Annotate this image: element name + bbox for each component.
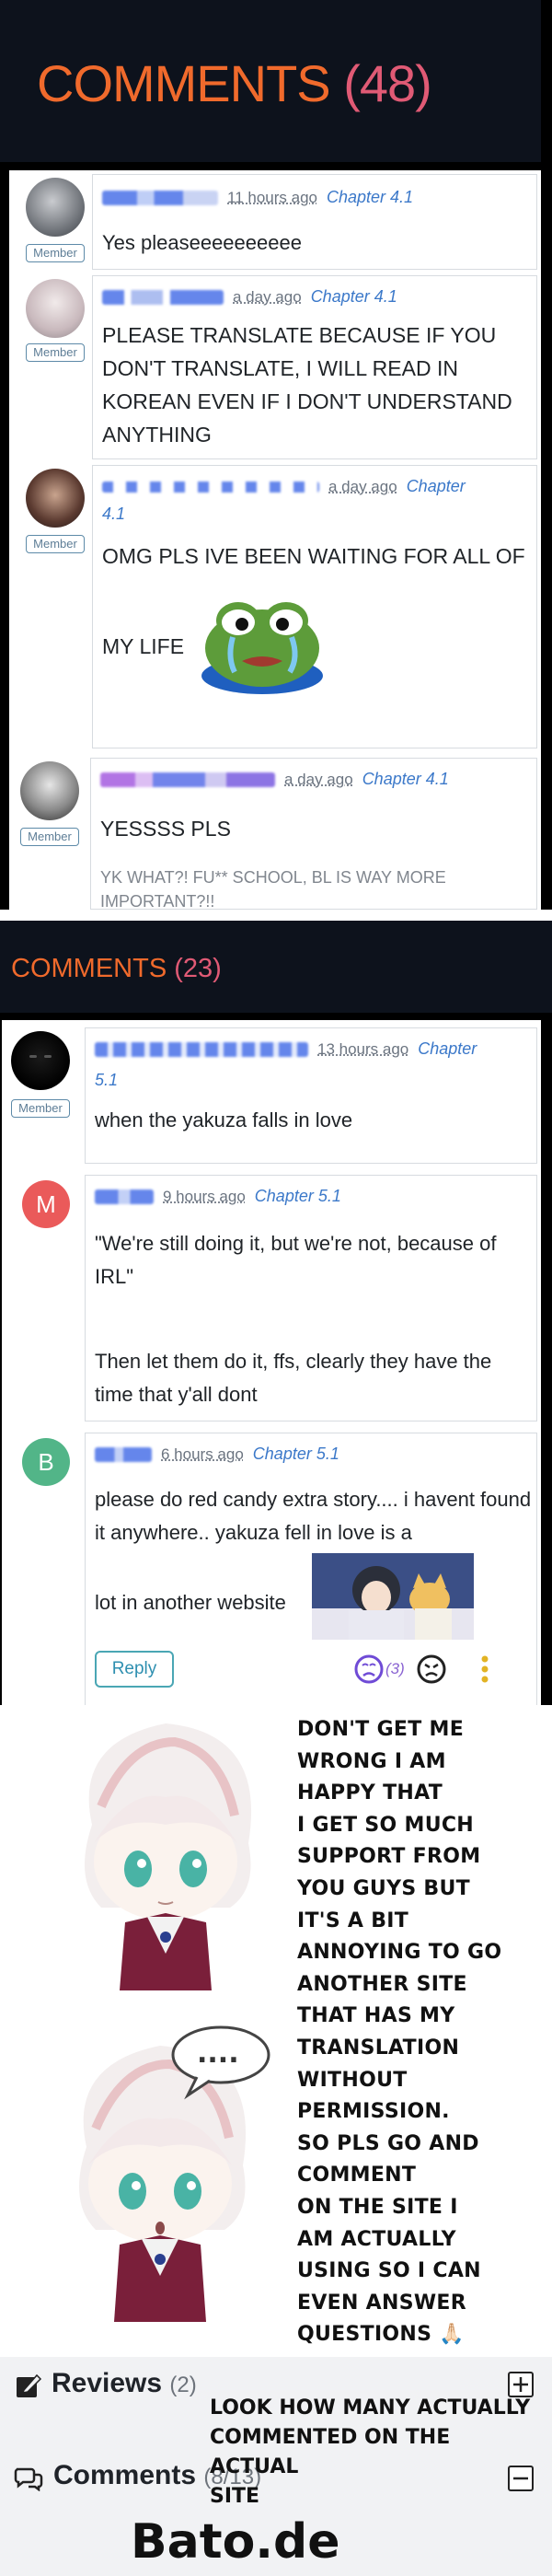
comment-item: Member a day ago Chapter 4.1 YESSSS PLS … [9,754,541,911]
username-blurred[interactable] [102,190,218,205]
section-divider [0,910,552,921]
comment-bubble: 11 hours ago Chapter 4.1 Yes pleaseeeeee… [92,174,537,270]
chapter-link[interactable]: Chapter [418,1039,477,1059]
username-blurred[interactable] [102,289,224,305]
chat-bubbles-icon [14,2467,43,2491]
speech-bubble-text: .... [197,2037,239,2070]
comment-text: PLEASE TRANSLATE BECAUSE IF YOU DON'T TR… [102,323,512,447]
comment-text: "We're still doing it, but we're not, be… [95,1232,497,1288]
user-avatar[interactable] [20,761,79,820]
reaction-count: (3) [385,1660,405,1677]
comment-bubble: a day ago Chapter 4.1 OMG PLS IVE BEEN W… [92,465,537,748]
comment-bubble: a day ago Chapter 4.1 YESSSS PLS YK WHAT… [90,758,537,911]
translator-note-section: .... Don't get me wrong I am happy that … [0,1705,552,2357]
chibi-character-image [85,1723,252,1990]
chapter-link[interactable]: Chapter 5.1 [253,1445,339,1464]
member-badge: Member [20,828,79,846]
chapter-link[interactable]: Chapter [407,477,466,496]
comments-list-1: Member 11 hours ago Chapter 4.1 Yes plea… [0,166,552,911]
comment-item: B 6 hours ago Chapter 5.1 please do red … [2,1425,541,1705]
comment-text: OMG PLS IVE BEEN WAITING FOR ALL OF [102,544,525,568]
username-blurred[interactable] [102,481,319,493]
comment-bubble: a day ago Chapter 4.1 PLEASE TRANSLATE B… [92,275,537,459]
more-options-icon[interactable] [479,1654,490,1684]
comment-text-2: MY LIFE [102,634,185,658]
comments-section-2: COMMENTS (23) Member 13 hours ago Chapte… [0,921,552,1705]
praying-hands-emoji: 🙏🏻 [439,2323,465,2347]
comment-item: Member a day ago Chapter 4.1 PLEASE TRAN… [9,273,541,463]
comment-time: a day ago [233,287,302,306]
user-avatar[interactable] [26,178,85,237]
crying-frog-sticker [201,602,323,694]
comments-label: Comments [53,2460,197,2490]
member-badge: Member [26,244,85,262]
chapter-link[interactable]: Chapter 5.1 [255,1187,341,1206]
comment-time: 9 hours ago [163,1187,246,1205]
comment-time: 11 hours ago [227,188,317,206]
comment-text: please do red candy extra story.... i ha… [95,1488,532,1544]
chapter-link[interactable]: Chapter 4.1 [362,770,449,789]
comment-text: Yes pleaseeeeeeeeee [102,231,302,254]
comment-text-2: Then let them do it, ffs, clearly they h… [95,1350,492,1406]
comments-header-2: COMMENTS (23) [0,921,552,1013]
comments-title: COMMENTS (48) [37,53,432,113]
comments-header-1: COMMENTS (48) [0,0,552,166]
chapter-link[interactable]: Chapter 4.1 [311,287,397,307]
user-avatar[interactable]: B [22,1438,70,1486]
user-avatar[interactable] [26,279,85,338]
member-badge: Member [11,1099,70,1118]
chapter-link[interactable]: Chapter 4.1 [327,188,413,207]
comments-title-count: (23) [174,954,222,983]
comment-item: Member 11 hours ago Chapter 4.1 Yes plea… [9,170,541,273]
comment-item: Member 13 hours ago Chapter 5.1 when the… [2,1020,541,1167]
reviews-label: Reviews [52,2368,163,2398]
reviews-tab[interactable]: Reviews (2) [52,2368,197,2399]
member-badge: Member [26,343,85,362]
comment-bubble: 6 hours ago Chapter 5.1 please do red ca… [85,1433,537,1705]
comment-item: M 9 hours ago Chapter 5.1 "We're still d… [2,1167,541,1425]
user-avatar[interactable] [11,1031,70,1090]
comment-text-2: lot in another website [95,1591,286,1614]
comment-time: a day ago [328,477,397,495]
comment-item: Member a day ago Chapter 4.1 OMG PLS IVE… [9,463,541,754]
comment-text: YESSSS PLS [100,817,231,841]
translator-note-text: Don't get me wrong I am happy that I get… [297,1718,502,2347]
chibi-character-image: .... [79,2025,270,2322]
comment-time: a day ago [284,770,353,788]
username-blurred[interactable] [95,1446,152,1462]
chapter-link-cont: 5.1 [95,1071,119,1089]
comment-text: when the yakuza falls in love [95,1108,353,1131]
user-avatar[interactable] [26,469,85,528]
translator-note: Don't get me wrong I am happy that I get… [297,1714,551,2351]
comments-title-word: COMMENTS [11,954,167,983]
comment-bubble: 9 hours ago Chapter 5.1 "We're still doi… [85,1175,537,1421]
comment-subtext: YK WHAT?! FU** SCHOOL, BL IS WAY MORE IM… [100,868,446,911]
reaction-sad-icon[interactable] [354,1654,384,1684]
watermark-text: Bato.de [131,2514,340,2570]
comments-title: COMMENTS (23) [11,954,222,984]
anime-gif-thumbnail [312,1553,474,1640]
reply-button[interactable]: Reply [95,1651,174,1688]
chapter-link-cont: 4.1 [102,505,126,523]
username-blurred[interactable] [95,1041,308,1057]
member-badge: Member [26,535,85,553]
username-blurred[interactable] [100,772,275,787]
comment-time: 6 hours ago [161,1445,244,1463]
user-avatar[interactable]: M [22,1180,70,1228]
plus-icon [513,2377,528,2392]
comments-title-word: COMMENTS [37,54,331,112]
watermark: Bato.de [131,2514,340,2570]
comment-bubble: 13 hours ago Chapter 5.1 when the yakuza… [85,1027,537,1164]
comments-title-count: (48) [343,54,432,112]
annotation-note: Look how many actually commented on the … [210,2396,531,2508]
username-blurred[interactable] [95,1189,154,1204]
pencil-square-icon [17,2373,42,2397]
comment-time: 13 hours ago [317,1039,409,1058]
reaction-angry-icon[interactable] [417,1654,446,1684]
reviews-count: (2) [169,2373,197,2397]
